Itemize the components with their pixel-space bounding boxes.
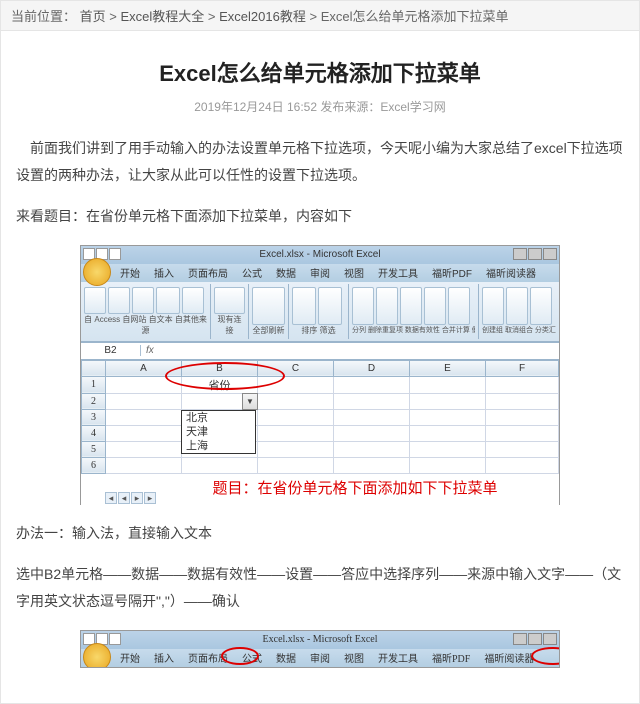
excel-titlebar: Excel.xlsx - Microsoft Excel: [81, 246, 559, 264]
annotation-circle-right: [531, 647, 560, 665]
excel-screenshot-1: Excel.xlsx - Microsoft Excel 开始插入页面布局公式数…: [80, 245, 560, 505]
breadcrumb-link-excel2016[interactable]: Excel2016教程: [219, 9, 306, 24]
annotation-caption: 题目：在省份单元格下面添加如下下拉菜单: [161, 477, 549, 498]
topic-lead: 来看题目：在省份单元格下面添加下拉菜单，内容如下: [16, 203, 624, 230]
intro-paragraph: 前面我们讲到了用手动输入的办法设置单元格下拉选项，今天呢小编为大家总结了exce…: [16, 135, 624, 188]
annotation-circle-data-tab: [221, 647, 259, 665]
page-title: Excel怎么给单元格添加下拉菜单: [16, 56, 624, 88]
cell-b2-dropdown: ▼ 北京 天津 上海: [182, 393, 258, 409]
breadcrumb-link-home[interactable]: 首页: [80, 9, 106, 24]
breadcrumb-current: Excel怎么给单元格添加下拉菜单: [321, 9, 509, 24]
breadcrumb: 当前位置： 首页 > Excel教程大全 > Excel2016教程 > Exc…: [0, 0, 640, 31]
excel-ribbon: 自 Access 自网站 自文本 自其他来源 现有连接 全部刷新 排序 筛选: [81, 282, 559, 342]
sheet-tab-nav: ◂◂▸▸: [105, 490, 157, 506]
office-button-icon: [83, 258, 111, 286]
excel-screenshot-2: Excel.xlsx - Microsoft Excel 开始插入页面布局公式数…: [80, 630, 560, 668]
office-button-icon: [83, 643, 111, 668]
excel2-titlebar: Excel.xlsx - Microsoft Excel: [81, 631, 559, 649]
dropdown-arrow-icon: ▼: [242, 393, 258, 410]
method-1-steps: 选中B2单元格——数据——数据有效性——设置——答应中选择序列——来源中输入文字…: [16, 561, 624, 614]
article-container: Excel怎么给单元格添加下拉菜单 2019年12月24日 16:52 发布来源…: [0, 31, 640, 704]
method-1-title: 办法一：输入法，直接输入文本: [16, 520, 624, 547]
excel-grid: A B C D E F 1省份 2 ▼ 北京: [81, 360, 559, 506]
excel-ribbon-tabs: 开始插入页面布局公式数据审阅视图开发工具福昕PDF福昕阅读器: [81, 264, 559, 282]
article-body: 前面我们讲到了用手动输入的办法设置单元格下拉选项，今天呢小编为大家总结了exce…: [16, 135, 624, 668]
excel2-ribbon-tabs: 开始插入页面布局公式数据审阅视图开发工具福昕PDF福昕阅读器: [81, 649, 559, 667]
article-meta: 2019年12月24日 16:52 发布来源：Excel学习网: [16, 98, 624, 115]
excel-formula-bar: B2 fx: [81, 342, 559, 360]
breadcrumb-link-excel-all[interactable]: Excel教程大全: [121, 9, 205, 24]
